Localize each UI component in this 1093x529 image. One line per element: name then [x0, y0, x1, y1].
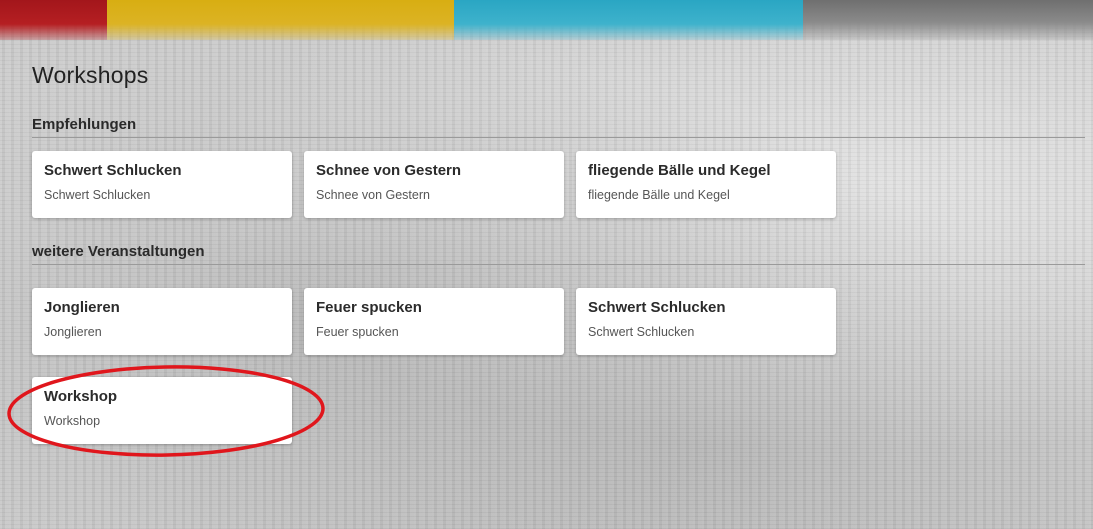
banner-gray-segment — [803, 0, 1093, 40]
workshop-card[interactable]: fliegende Bälle und Kegel fliegende Bäll… — [576, 151, 836, 218]
section-divider — [32, 264, 1085, 265]
card-title: Jonglieren — [44, 299, 120, 316]
workshop-card[interactable]: Feuer spucken Feuer spucken — [304, 288, 564, 355]
card-subtitle: Jonglieren — [44, 325, 102, 339]
card-title: Schnee von Gestern — [316, 162, 462, 179]
section-title-empfehlungen: Empfehlungen — [32, 116, 137, 133]
workshop-card[interactable]: Schnee von Gestern Schnee von Gestern — [304, 151, 564, 218]
card-subtitle: Schwert Schlucken — [44, 188, 151, 202]
card-subtitle: fliegende Bälle und Kegel — [588, 188, 730, 202]
workshop-card[interactable]: Schwert Schlucken Schwert Schlucken — [32, 151, 292, 218]
card-title: Schwert Schlucken — [44, 162, 182, 179]
section-divider — [32, 137, 1085, 138]
card-subtitle: Workshop — [44, 414, 101, 428]
workshop-card[interactable]: Jonglieren Jonglieren — [32, 288, 292, 355]
banner-yellow-segment — [107, 0, 454, 40]
card-subtitle: Schwert Schlucken — [588, 325, 695, 339]
card-title: fliegende Bälle und Kegel — [588, 162, 771, 179]
card-title: Feuer spucken — [316, 299, 422, 316]
banner-red-segment — [0, 0, 107, 40]
card-subtitle: Schnee von Gestern — [316, 188, 430, 202]
card-title: Schwert Schlucken — [588, 299, 726, 316]
banner-cyan-segment — [454, 0, 803, 40]
card-title: Workshop — [44, 388, 118, 405]
workshop-card-highlighted[interactable]: Workshop Workshop — [32, 377, 292, 444]
card-subtitle: Feuer spucken — [316, 325, 399, 339]
page-title: Workshops — [32, 62, 149, 88]
section-title-weitere-veranstaltungen: weitere Veranstaltungen — [32, 243, 205, 260]
workshop-card[interactable]: Schwert Schlucken Schwert Schlucken — [576, 288, 836, 355]
